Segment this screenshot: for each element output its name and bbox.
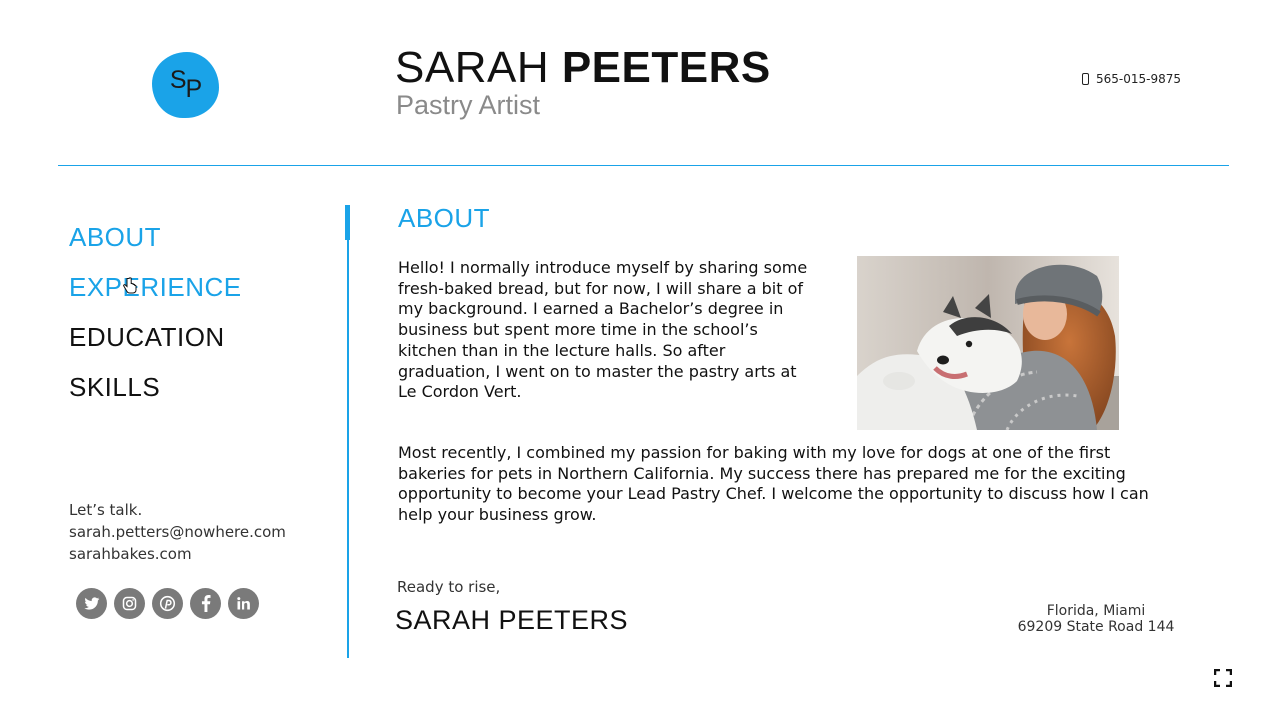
about-paragraph-2: Most recently, I combined my passion for… [398, 443, 1149, 525]
nav-item-experience[interactable]: EXPERIENCE [69, 262, 242, 312]
instagram-icon[interactable] [114, 588, 145, 619]
woman-with-dog-photo [857, 256, 1119, 430]
address-street: 69209 State Road 144 [1017, 619, 1175, 635]
address-city: Florida, Miami [1046, 603, 1146, 619]
phone-contact: 565-015-9875 [1082, 72, 1181, 86]
active-section-indicator [345, 205, 350, 240]
contact-prompt: Let’s talk. [69, 501, 143, 519]
nav-item-skills[interactable]: SKILLS [69, 362, 242, 412]
pinterest-icon[interactable] [152, 588, 183, 619]
sp-logo: SP [152, 52, 219, 118]
resume-page: SP SARAH PEETERS Pastry Artist 565-015-9… [0, 0, 1280, 720]
sidebar-divider [347, 205, 349, 658]
website-link[interactable]: sarahbakes.com [69, 543, 286, 565]
about-heading: ABOUT [398, 203, 491, 233]
address-block: Florida, Miami 69209 State Road 144 [960, 603, 1176, 635]
logo-initial-p: P [185, 74, 203, 103]
signature-name: SARAH PEETERS [395, 605, 629, 635]
signoff-text: Ready to rise, [397, 578, 501, 596]
header-divider [58, 165, 1229, 166]
header-name: SARAH PEETERS [395, 43, 771, 93]
hand-cursor-icon [123, 277, 137, 294]
email-link[interactable]: sarah.petters@nowhere.com [69, 521, 286, 543]
first-name: SARAH [395, 43, 550, 92]
facebook-icon[interactable] [190, 588, 221, 619]
last-name: PEETERS [561, 43, 771, 92]
nav-item-education[interactable]: EDUCATION [69, 312, 242, 362]
about-paragraph-1: Hello! I normally introduce myself by sh… [398, 258, 808, 402]
social-links [76, 588, 259, 619]
logo-initial-s: S [169, 65, 187, 94]
nav-item-about[interactable]: ABOUT [69, 212, 242, 262]
fullscreen-icon[interactable] [1214, 669, 1232, 687]
contact-block: Let’s talk. sarah.petters@nowhere.com sa… [69, 499, 286, 565]
job-title: Pastry Artist [396, 90, 541, 120]
phone-icon [1082, 73, 1089, 85]
linkedin-icon[interactable] [228, 588, 259, 619]
twitter-icon[interactable] [76, 588, 107, 619]
section-nav: ABOUT EXPERIENCE EDUCATION SKILLS [69, 212, 242, 412]
phone-number: 565-015-9875 [1096, 72, 1182, 86]
